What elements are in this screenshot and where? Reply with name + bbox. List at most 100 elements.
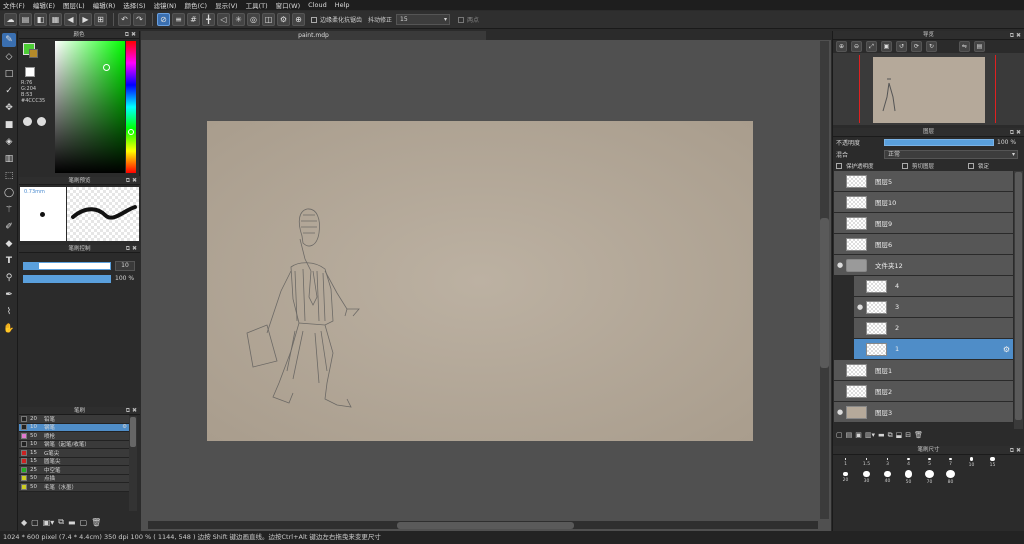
pen-edit-icon[interactable]: ⌇	[2, 305, 16, 319]
divide-tool-icon[interactable]: ⚲	[2, 271, 16, 285]
new-icon[interactable]: ▤	[19, 13, 32, 26]
actual-size-icon[interactable]: ▣	[881, 41, 892, 52]
brush-list-item[interactable]: 10 钢笔（起笔/收笔）	[19, 440, 129, 449]
brush-size-cell[interactable]: 15	[982, 455, 1003, 470]
snap-radial-icon[interactable]: ✳	[232, 13, 245, 26]
color-picker-handle[interactable]	[103, 64, 110, 71]
rotate-right-icon[interactable]: ↻	[926, 41, 937, 52]
blend-mode-select[interactable]: 正常 ▾	[884, 149, 1018, 159]
panel-controls-icon[interactable]: ⧉ ✖	[126, 245, 137, 253]
layer-item[interactable]: 图层6	[834, 234, 1013, 255]
brush-list-item[interactable]: 20 铅笔	[19, 415, 129, 424]
brush-size-cell[interactable]: 10	[961, 455, 982, 470]
hand-tool-icon[interactable]: ✋	[2, 322, 16, 336]
reset-rotate-icon[interactable]: ⟳	[911, 41, 922, 52]
new-layer-icon[interactable]: ▢	[836, 431, 843, 439]
snap-checkbox[interactable]	[458, 16, 465, 23]
snap-settings-icon[interactable]: ⚙	[277, 13, 290, 26]
menu-item[interactable]: 窗口(W)	[276, 0, 301, 10]
undo-icon[interactable]: ↶	[118, 13, 131, 26]
delete-layer-icon[interactable]: 🗑	[914, 431, 923, 439]
transparent-swatch[interactable]	[25, 67, 35, 77]
brush-size-cell[interactable]: 30	[856, 470, 877, 485]
shape-tool-icon[interactable]: ■	[2, 118, 16, 132]
select-tool-icon[interactable]: ⬚	[2, 169, 16, 183]
menu-item[interactable]: 颜色(C)	[184, 0, 207, 10]
menu-item[interactable]: 编辑(R)	[93, 0, 116, 10]
brush-size-cell[interactable]: 7	[940, 455, 961, 470]
brush-list-item[interactable]: 50 点描	[19, 474, 129, 483]
brush-list-scrollbar[interactable]	[129, 416, 137, 511]
cloud-icon[interactable]: ☁	[4, 13, 17, 26]
brush-size-cell[interactable]: 50	[898, 470, 919, 485]
anti-alias-checkbox[interactable]	[311, 16, 317, 23]
panel-controls-icon[interactable]: ⧉ ✖	[1010, 128, 1021, 137]
layer-item[interactable]: 图层5	[834, 171, 1013, 192]
brush-list-item[interactable]: 15 G笔尖	[19, 449, 129, 458]
new-layer-8bit-icon[interactable]: ▤	[846, 431, 853, 439]
visibility-eye-icon[interactable]: ●	[834, 408, 846, 416]
menu-item[interactable]: 编辑(E)	[33, 0, 55, 10]
menu-item[interactable]: 文件(F)	[3, 0, 25, 10]
chat-icon[interactable]: ◧	[34, 13, 47, 26]
select-eraser-icon[interactable]: ◆	[2, 237, 16, 251]
grid-icon[interactable]: ⊞	[94, 13, 107, 26]
brush-menu-icon[interactable]: ▣▾	[43, 518, 55, 527]
bucket-tool-icon[interactable]: ◈	[2, 135, 16, 149]
layer-item[interactable]: ● 3	[854, 297, 1013, 318]
zoom-out-icon[interactable]: ⊖	[851, 41, 862, 52]
clipping-checkbox[interactable]	[902, 162, 908, 169]
hue-slider[interactable]	[126, 41, 136, 173]
new-layer-1bit-icon[interactable]: ▣	[855, 431, 862, 439]
color-wheel-icon[interactable]	[37, 117, 46, 126]
layer-item[interactable]: 4	[854, 276, 1013, 297]
brush-copy-icon[interactable]: ⧉	[58, 517, 64, 527]
brush-add-icon[interactable]: ◆	[21, 518, 27, 527]
menu-item[interactable]: 选择(S)	[123, 0, 145, 10]
brush-list-item[interactable]: 50 喷枪	[19, 432, 129, 441]
brush-new-icon[interactable]: ▢	[31, 518, 39, 527]
rotate-left-icon[interactable]: ↺	[896, 41, 907, 52]
snap-off-icon[interactable]: ⊘	[157, 13, 170, 26]
saturation-value-square[interactable]	[55, 41, 125, 173]
clear-layer-icon[interactable]: ⊟	[905, 431, 911, 439]
dot-tool-icon[interactable]: □	[2, 67, 16, 81]
background-color-swatch[interactable]	[29, 49, 38, 58]
undo-icon-a[interactable]: ◀	[64, 13, 77, 26]
palette-icon[interactable]	[23, 117, 32, 126]
text-tool-icon[interactable]: T	[2, 254, 16, 268]
magic-wand-icon[interactable]: ⚚	[2, 203, 16, 217]
navigator-preview[interactable]	[833, 53, 1024, 125]
brush-size-cell[interactable]: 80	[940, 470, 961, 485]
brush-size-cell[interactable]: 70	[919, 470, 940, 485]
brush-size-cell[interactable]: 20	[835, 470, 856, 485]
nav-settings-icon[interactable]: ▤	[974, 41, 985, 52]
brush-list-item[interactable]: 50 毛笔（水墨）	[19, 483, 129, 492]
panel-controls-icon[interactable]: ⧉ ✖	[1010, 446, 1021, 455]
menu-item[interactable]: 显示(V)	[215, 0, 238, 10]
menu-item[interactable]: 滤镜(N)	[154, 0, 177, 10]
brush-list-item[interactable]: 10 钢笔 ⚙	[19, 423, 129, 432]
menu-item[interactable]: Help	[335, 1, 350, 9]
panel-controls-icon[interactable]: ⧉ ✖	[1010, 31, 1021, 40]
brush-opacity-slider[interactable]	[23, 275, 111, 283]
vertical-scroll-thumb[interactable]	[820, 218, 829, 368]
layer-list-scrollbar[interactable]	[1014, 171, 1023, 429]
zoom-in-icon[interactable]: ⊕	[836, 41, 847, 52]
redo-icon[interactable]: ↷	[133, 13, 146, 26]
flip-icon[interactable]: ⇋	[959, 41, 970, 52]
panel-controls-icon[interactable]: ⧉ ✖	[126, 177, 137, 185]
gear-icon[interactable]: ⚙	[1003, 345, 1010, 354]
eyedropper-icon[interactable]: ✒	[2, 288, 16, 302]
snap-circle-icon[interactable]: ◎	[247, 13, 260, 26]
snap-cross-icon[interactable]: ╋	[202, 13, 215, 26]
gradient-tool-icon[interactable]: ▥	[2, 152, 16, 166]
document-tab[interactable]: paint.mdp	[141, 31, 486, 40]
menu-item[interactable]: Cloud	[308, 1, 327, 9]
brush-size-cell[interactable]: 5	[919, 455, 940, 470]
brush-list-item[interactable]: 25 中空笔	[19, 466, 129, 475]
layer-opacity-slider[interactable]	[884, 139, 994, 146]
hue-handle[interactable]	[128, 129, 134, 135]
brush-size-cell[interactable]: 3	[877, 455, 898, 470]
brush-delete-icon[interactable]: 🗑	[91, 518, 101, 527]
